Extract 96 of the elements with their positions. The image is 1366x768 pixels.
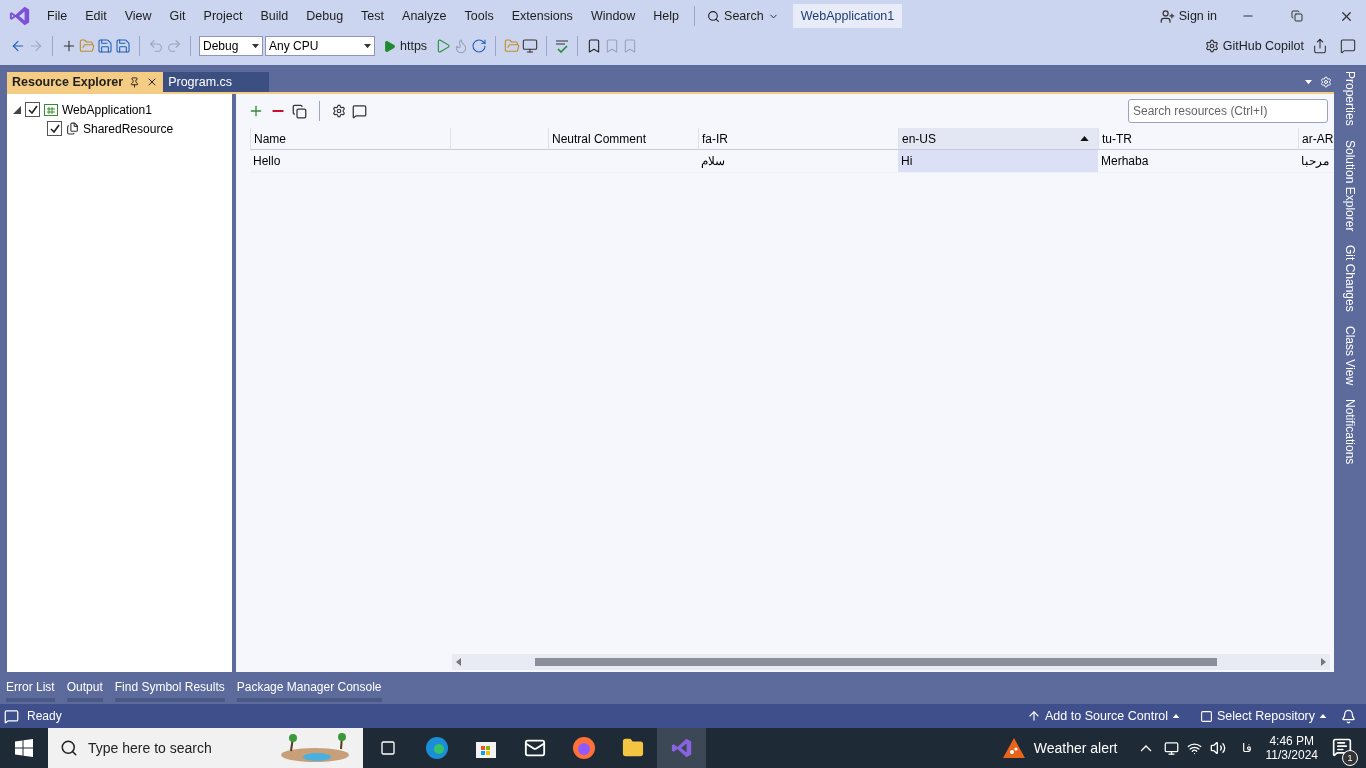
project-icon [44,103,58,116]
save-all-icon[interactable] [115,38,131,54]
table-cell[interactable]: Hello [250,150,450,172]
menu-item[interactable]: Extensions [502,9,582,23]
column-header[interactable]: en-US [898,128,1098,150]
pin-icon[interactable] [129,76,141,88]
tree-item[interactable]: WebApplication1 [62,102,152,117]
search-field[interactable]: Search resources (Ctrl+I) [1128,99,1328,123]
duplicate-icon[interactable] [292,103,307,119]
table-cell[interactable]: Hi [898,150,1098,172]
checkbox[interactable] [47,121,62,136]
platform-dropdown[interactable]: Any CPU [265,36,375,56]
document-tab[interactable]: Resource Explorer [7,72,164,92]
search-button[interactable]: Search [701,7,785,25]
expand-arrow-icon[interactable] [13,105,21,114]
share-icon[interactable] [1312,38,1328,54]
menu-item[interactable]: Build [251,9,298,23]
menu-item[interactable]: Help [644,9,689,23]
menu-item[interactable]: View [115,9,161,23]
app-logo-icon [8,5,32,27]
caret-icon [252,43,259,49]
select-repository-button[interactable]: Select Repository [1194,707,1333,725]
side-tab[interactable]: Notifications [1343,398,1357,465]
menu-item[interactable]: Edit [76,9,116,23]
menu-item[interactable]: File [38,9,77,23]
notifications-icon[interactable] [1341,708,1356,724]
scroll-left-icon[interactable] [456,658,461,666]
action-center-icon[interactable] [1332,736,1352,757]
column-header[interactable]: ar-AR [1298,128,1334,150]
menu-item[interactable]: Window [581,9,645,23]
side-tab[interactable]: Class View [1343,325,1357,385]
column-header[interactable]: fa-IR [698,128,898,150]
resource-settings-icon[interactable] [332,104,346,118]
column-header[interactable]: Name [250,128,450,150]
copilot-button[interactable]: GitHub Copilot [1198,37,1310,55]
caret-icon [364,43,371,49]
menu-item[interactable]: Test [352,9,394,23]
column-header[interactable]: Neutral Comment [548,128,698,150]
table-cell[interactable]: سلام [698,150,898,172]
new-item-icon[interactable] [61,38,77,54]
search-icon [60,739,78,757]
horizontal-scrollbar[interactable] [452,654,1330,670]
clock[interactable]: 4:46 PM 11/3/2024 [1265,734,1318,762]
side-tab[interactable]: Properties [1343,71,1357,126]
solution-name: WebApplication1 [792,4,903,28]
menu-item[interactable]: Tools [455,9,503,23]
table-cell[interactable]: مرحبا [1298,150,1334,172]
run-button[interactable]: https [377,37,434,55]
weather-warning-icon[interactable] [1001,737,1026,759]
chevron-up-icon[interactable] [1139,744,1152,752]
island-drawing [279,733,351,763]
comment-icon[interactable] [352,103,367,119]
add-icon[interactable] [248,103,264,119]
repository-icon [1200,709,1214,723]
sign-in-button[interactable]: Sign in [1153,6,1223,26]
notification-count-badge: 1 [1342,749,1358,766]
add-to-source-control-button[interactable]: Add to Source Control [1021,707,1187,725]
side-tab[interactable]: Git Changes [1343,245,1357,312]
menu-item[interactable]: Debug [297,9,353,23]
taskbar-search-field[interactable]: Type here to search [48,728,363,768]
clock-time: 4:46 PM [1269,734,1315,748]
refresh-icon[interactable] [471,38,488,54]
table-cell[interactable]: Merhaba [1098,150,1298,172]
file-icon [66,122,79,135]
start-icon[interactable] [15,739,33,757]
menu-item[interactable]: Project [194,9,252,23]
configuration-dropdown[interactable]: Debug [199,36,263,56]
status-text: Ready [27,709,62,723]
tab-list-caret-icon[interactable] [1305,79,1312,85]
user-add-icon [1159,8,1175,24]
menu-item[interactable]: Analyze [393,9,456,23]
tree-item[interactable]: SharedResource [83,121,174,136]
language-indicator[interactable]: فا [1241,741,1252,755]
settings-icon[interactable] [1320,76,1332,88]
arrow-up-icon [1027,709,1042,723]
save-icon[interactable] [97,38,113,54]
scroll-right-icon[interactable] [1321,658,1326,666]
menu-item[interactable]: Git [160,9,195,23]
spell-check-icon[interactable] [555,39,570,53]
restore-icon[interactable] [1291,10,1303,22]
network-icon[interactable] [1186,740,1202,756]
play-outline-icon[interactable] [435,38,452,54]
placeholder-text: Type here to search [88,740,212,756]
back-icon[interactable] [10,38,26,54]
sort-ascending-icon [1080,135,1089,142]
caret-icon [1172,713,1181,719]
column-header[interactable]: tu-TR [1098,128,1298,150]
clock-date: 11/3/2024 [1265,748,1318,762]
play-icon [383,39,396,53]
search-icon [707,9,721,23]
caret-icon [1319,713,1327,719]
feedback-icon[interactable] [1340,38,1356,54]
document-tab[interactable]: Program.cs [163,72,270,92]
weather-text[interactable]: Weather alert [1033,740,1118,756]
checkbox[interactable] [25,102,40,117]
side-tab[interactable]: Solution Explorer [1343,139,1357,232]
